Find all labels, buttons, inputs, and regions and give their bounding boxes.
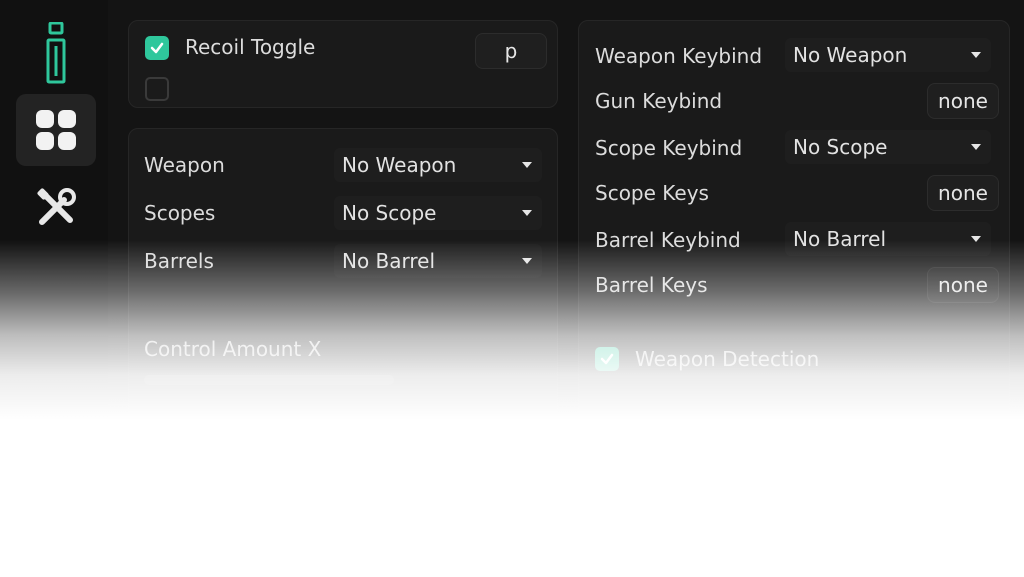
weapon-keybind-value: No Weapon [793,43,908,67]
scope-keys-button[interactable]: none [927,175,999,211]
caret-down-icon [971,236,981,242]
checkmark-icon [600,353,614,365]
recoil-toggle-label: Recoil Toggle [185,35,316,59]
weapon-keybind-label: Weapon Keybind [595,44,763,68]
scope-keybind-label: Scope Keybind [595,136,743,160]
control-amount-label: Control Amount X [144,337,322,361]
scopes-dropdown[interactable]: No Scope [334,196,542,230]
control-amount-slider[interactable] [144,375,394,385]
caret-down-icon [971,52,981,58]
barrel-keys-label: Barrel Keys [595,273,708,297]
scopes-label: Scopes [144,201,216,225]
barrels-dropdown-value: No Barrel [342,249,436,273]
logo-icon [46,22,66,84]
weapon-panel: Weapon No Weapon Scopes No Scope Barrels… [128,128,558,570]
recoil-panel: Recoil Toggle p [128,20,558,108]
secondary-checkbox[interactable] [145,77,169,101]
weapon-label: Weapon [144,153,225,177]
weapon-dropdown[interactable]: No Weapon [334,148,542,182]
barrel-keys-button[interactable]: none [927,267,999,303]
control-amount-fill [144,375,394,385]
caret-down-icon [522,210,532,216]
barrels-dropdown[interactable]: No Barrel [334,244,542,278]
gun-keybind-label: Gun Keybind [595,89,723,113]
main-content: Recoil Toggle p Weapon No Weapon Scopes … [108,0,1024,577]
sidebar [0,0,109,577]
weapon-detection-label: Weapon Detection [635,347,820,371]
barrel-keybind-value: No Barrel [793,227,887,251]
weapon-dropdown-value: No Weapon [342,153,457,177]
scope-keybind-value: No Scope [793,135,888,159]
barrels-label: Barrels [144,249,214,273]
caret-down-icon [522,258,532,264]
barrel-keybind-label: Barrel Keybind [595,228,741,252]
scopes-dropdown-value: No Scope [342,201,437,225]
scope-keys-label: Scope Keys [595,181,709,205]
weapon-detection-checkbox[interactable] [595,347,619,371]
checkmark-icon [150,42,164,54]
grid-icon [36,110,76,150]
caret-down-icon [971,144,981,150]
sidebar-item-dashboard[interactable] [16,94,96,166]
keybind-panel: Weapon Keybind No Weapon Gun Keybind non… [578,20,1010,570]
caret-down-icon [522,162,532,168]
scope-keybind-dropdown[interactable]: No Scope [785,130,991,164]
gun-keybind-button[interactable]: none [927,83,999,119]
recoil-toggle-checkbox[interactable] [145,36,169,60]
recoil-key-button[interactable]: p [475,33,547,69]
weapon-keybind-dropdown[interactable]: No Weapon [785,38,991,72]
tools-icon [37,188,76,225]
barrel-keybind-dropdown[interactable]: No Barrel [785,222,991,256]
sidebar-item-tools[interactable] [16,172,96,244]
